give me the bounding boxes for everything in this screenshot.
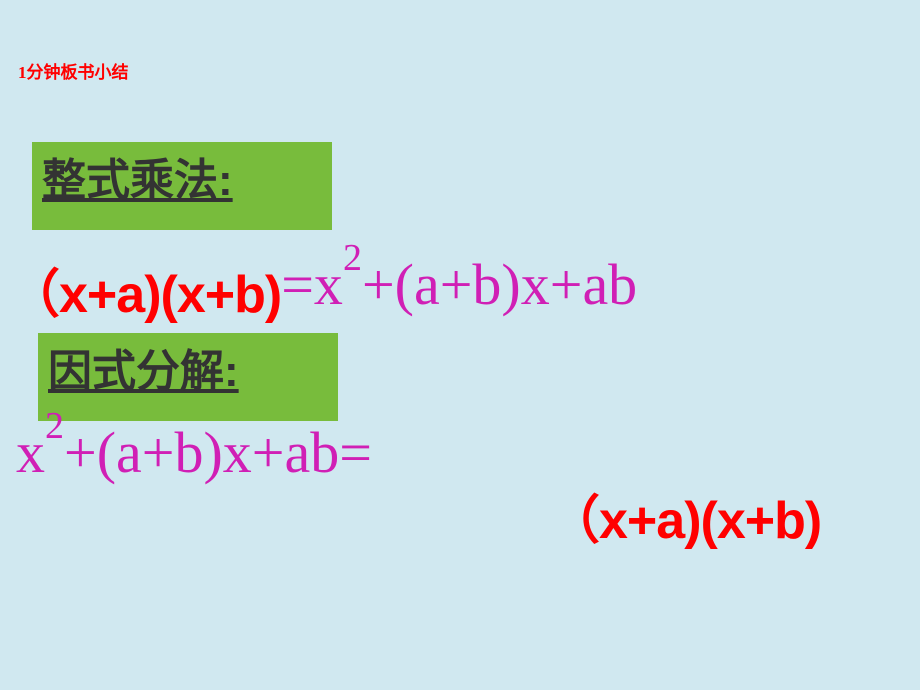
multiplication-rhs: =x2+(a+b)x+ab xyxy=(281,252,637,317)
multiplication-formula: （x+a)(x+b)=x2+(a+b)x+ab xyxy=(8,252,637,327)
factorization-lhs: x2+(a+b)x+ab= xyxy=(16,420,372,485)
factorization-rhs: （x+a)(x+b) xyxy=(548,478,821,553)
header-note: 1分钟板书小结 xyxy=(18,58,129,83)
multiplication-label-box: 整式乘法: xyxy=(32,142,332,230)
multiplication-lhs: （x+a)(x+b) xyxy=(8,266,281,324)
factorization-label: 因式分解: xyxy=(48,347,239,396)
factorization-label-box: 因式分解: xyxy=(38,333,338,421)
factorization-formula: x2+(a+b)x+ab= xyxy=(16,418,372,486)
multiplication-label: 整式乘法: xyxy=(42,156,233,205)
